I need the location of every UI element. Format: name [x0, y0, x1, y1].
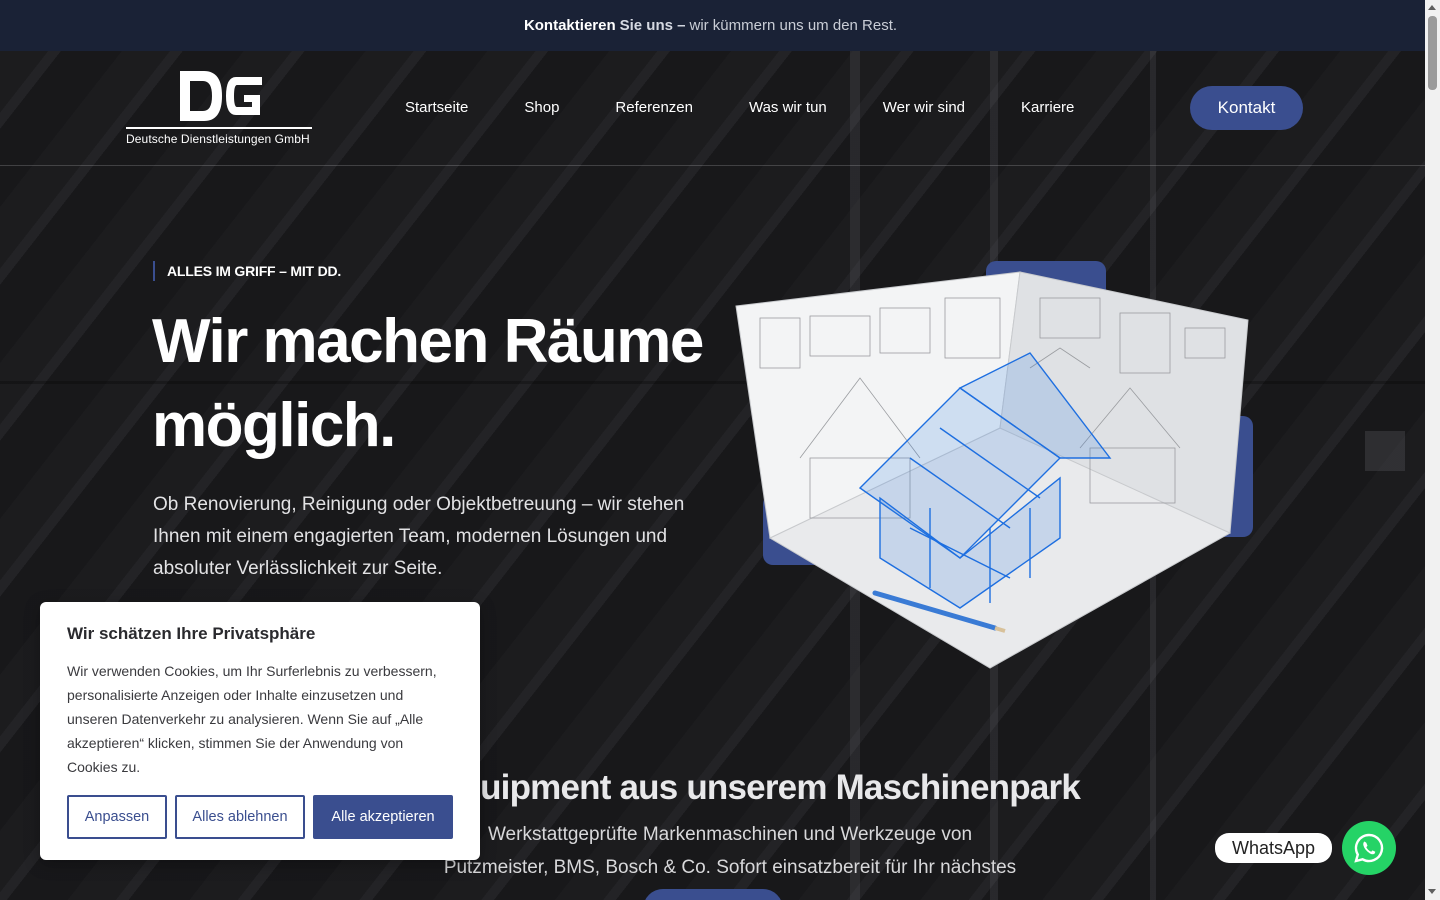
cookie-dialog-title: Wir schätzen Ihre Privatsphäre [67, 624, 316, 643]
cookie-customize-button[interactable]: Anpassen [67, 795, 167, 839]
scroll-down-arrow-icon[interactable] [1428, 889, 1436, 894]
cookie-reject-all-button[interactable]: Alles ablehnen [175, 795, 305, 839]
whatsapp-label[interactable]: WhatsApp [1215, 833, 1332, 863]
blueprint-room-svg [735, 271, 1249, 669]
cookie-consent-dialog: Wir schätzen Ihre Privatsphäre Wir verwe… [40, 602, 480, 860]
hero-title-line1: Wir machen Räume [152, 307, 704, 376]
whatsapp-icon [1354, 833, 1384, 863]
logo-underline [126, 127, 312, 129]
page-scrollbar[interactable] [1425, 0, 1440, 900]
machinery-section-description: Werkstattgeprüfte Markenmaschinen und We… [443, 824, 1017, 900]
hero-eyebrow: ALLES IM GRIFF – MIT DD. [153, 261, 341, 281]
hero-title: Wir machen Räume möglich. [152, 300, 722, 468]
top-announcement-bar: Kontaktieren Sie uns – wir kümmern uns u… [0, 0, 1425, 51]
nav-item-startseite[interactable]: Startseite [405, 99, 468, 116]
house-blueprint-illustration [730, 258, 1260, 678]
main-navigation: Startseite Shop Referenzen Was wir tun W… [405, 99, 1074, 116]
topbar-text: wir kümmern uns um den Rest. [689, 17, 898, 34]
logo-company-name: Deutsche Dienstleistungen GmbH [126, 132, 310, 146]
whatsapp-button[interactable] [1342, 821, 1396, 875]
hero-description: Ob Renovierung, Reinigung oder Objektbet… [153, 494, 685, 579]
nav-item-was-wir-tun[interactable]: Was wir tun [749, 99, 827, 116]
dg-monogram-icon [180, 71, 262, 121]
nav-item-wer-wir-sind[interactable]: Wer wir sind [883, 99, 965, 116]
nav-item-karriere[interactable]: Karriere [1021, 99, 1074, 116]
nav-item-shop[interactable]: Shop [524, 99, 559, 116]
kontakt-button[interactable]: Kontakt [1190, 86, 1303, 130]
nav-item-referenzen[interactable]: Referenzen [615, 99, 693, 116]
cookie-accept-all-button[interactable]: Alle akzeptieren [313, 795, 453, 839]
machinery-section-button[interactable] [643, 889, 783, 900]
company-logo[interactable]: Deutsche Dienstleistungen GmbH [126, 69, 316, 151]
scrollbar-thumb[interactable] [1428, 16, 1437, 90]
machinery-section-title: Equipment aus unserem Maschinenpark [436, 768, 1081, 807]
topbar-text-strong: Sie uns – [619, 17, 686, 34]
cookie-dialog-text: Wir verwenden Cookies, um Ihr Surferlebn… [67, 663, 437, 775]
hero-title-line2: möglich. [152, 391, 396, 460]
scroll-up-arrow-icon[interactable] [1428, 5, 1436, 10]
topbar-contact-link[interactable]: Kontaktieren [524, 17, 616, 34]
site-header: Deutsche Dienstleistungen GmbH Startseit… [0, 51, 1425, 166]
